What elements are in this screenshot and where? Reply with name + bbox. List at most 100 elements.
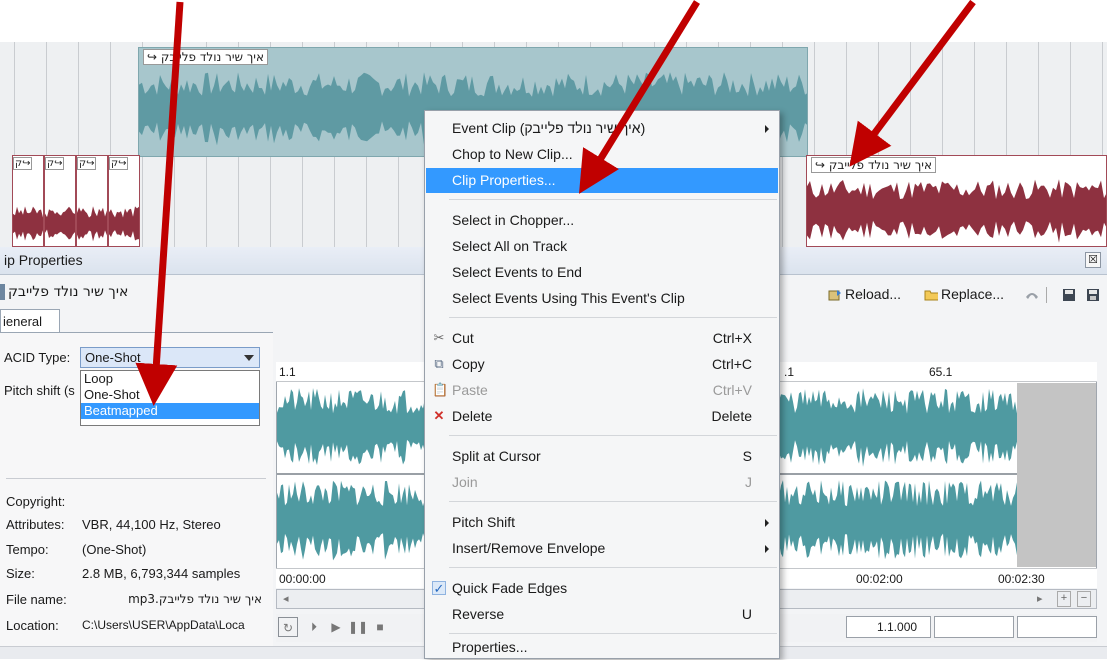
clip-color-swatch [0,284,5,301]
pitch-shift-label: Pitch shift (s [4,383,75,398]
attributes-value: VBR, 44,100 Hz, Stereo [82,517,221,532]
time-label: 00:02:30 [998,572,1045,586]
clip-name: איך שיר נולד פלייבק [8,284,129,300]
menu-item-label: Reverse [452,606,505,622]
menu-shortcut: Ctrl+C [711,356,752,372]
menu-item-label: Split at Cursor [452,448,541,464]
context-menu: Event Clip (איך שיר נולד פלייבק) Chop to… [424,110,780,659]
menu-shortcut: U [741,606,752,622]
filename-label: File name: [6,592,67,607]
phone-icon[interactable] [1024,288,1040,302]
menu-item-label: Delete [452,408,493,424]
menu-item-cut[interactable]: ✂ Cut Ctrl+X [426,326,778,351]
menu-shortcut: J [745,474,752,490]
divider [6,478,266,479]
submenu-arrow-icon [765,545,769,553]
window-title: ip Properties [4,252,83,268]
menu-item-label: Properties... [452,639,528,655]
menu-item-chop-to-new-clip[interactable]: Chop to New Clip... [426,142,778,167]
menu-item-join[interactable]: Join J [426,470,778,495]
menu-separator [449,567,777,568]
ruler-label: 1.1 [279,365,296,379]
menu-item-label: Select Events Using This Event's Clip [452,290,685,306]
menu-item-properties[interactable]: Properties... [426,635,778,660]
play-icon[interactable]: ▶ [326,617,346,637]
menu-shortcut: Ctrl+V [712,382,752,398]
dropdown-option-loop[interactable]: Loop [81,371,259,387]
menu-separator [449,501,777,502]
menu-item-select-in-chopper[interactable]: Select in Chopper... [426,208,778,233]
copyright-label: Copyright: [6,494,66,509]
menu-item-label: Join [452,474,478,490]
stop-icon[interactable]: ■ [370,617,390,637]
scroll-left-icon[interactable]: ◂ [283,592,289,605]
acid-type-select[interactable]: One-Shot [80,347,260,368]
menu-item-copy[interactable]: ⧉ Copy Ctrl+C [426,352,778,377]
menu-item-quick-fade-edges[interactable]: ✓ Quick Fade Edges [426,576,778,601]
zoom-in-button[interactable]: + [1057,591,1071,607]
pause-icon[interactable]: ❚❚ [348,617,368,637]
location-value: C:\Users\USER\AppData\Loca [82,618,245,632]
menu-item-insert-remove-envelope[interactable]: Insert/Remove Envelope [426,536,778,561]
menu-item-label: Cut [452,330,474,346]
loop-icon[interactable]: ↻ [278,617,298,637]
menu-item-label: Select in Chopper... [452,212,575,228]
dropdown-option-beatmapped[interactable]: Beatmapped [81,403,259,419]
event-label: איך שיר נולד פלייבק ↪ [143,49,268,65]
delete-x-icon: ✕ [433,408,445,423]
play-from-start-icon[interactable]: ⏵ [304,617,324,637]
reload-label: Reload... [845,286,902,302]
audio-event-small-4[interactable]: ↪ק [108,155,140,247]
menu-item-label: Pitch Shift [452,514,516,530]
time-label: 00:00:00 [279,572,326,586]
submenu-arrow-icon [765,519,769,527]
audio-event-red[interactable]: איך שיר נולד פלייבק ↪ [806,155,1107,247]
menu-item-clip-properties[interactable]: Clip Properties... [426,168,778,193]
ruler-label: .1 [784,365,795,379]
reload-button[interactable]: Reload... [828,286,901,302]
menu-shortcut: Ctrl+X [712,330,752,346]
menu-shortcut: S [742,448,752,464]
time-label: 00:02:00 [856,572,903,586]
selection-length-field[interactable] [1017,616,1097,638]
menu-item-select-events-using-clip[interactable]: Select Events Using This Event's Clip [426,286,778,311]
acid-type-value: One-Shot [85,350,141,365]
save-icon[interactable] [1062,288,1076,302]
size-value: 2.8 MB, 6,793,344 samples [82,566,241,581]
acid-type-dropdown[interactable]: Loop One-Shot Beatmapped [80,370,260,426]
attributes-label: Attributes: [6,517,65,532]
copy-icon: ⧉ [434,356,444,371]
menu-item-label: Copy [452,356,485,372]
menu-item-event-clip[interactable]: Event Clip (איך שיר נולד פלייבק) [426,116,778,141]
menu-separator [449,435,777,436]
audio-event-small-3[interactable]: ↪ק [76,155,108,247]
menu-item-select-all-on-track[interactable]: Select All on Track [426,234,778,259]
menu-item-split-at-cursor[interactable]: Split at Cursor S [426,444,778,469]
menu-item-label: Select Events to End [452,264,582,280]
checkmark-icon: ✓ [432,581,446,596]
chevron-down-icon [244,355,254,361]
cursor-position-field[interactable]: 1.1.000 [846,616,931,638]
zoom-out-button[interactable]: − [1077,591,1091,607]
audio-event-small-2[interactable]: ↪ק [44,155,76,247]
menu-item-label: Event Clip (איך שיר נולד פלייבק) [452,120,646,136]
tab-general[interactable]: ieneral [0,309,60,333]
acid-type-label: ACID Type: [4,350,71,365]
menu-item-paste[interactable]: 📋 Paste Ctrl+V [426,378,778,403]
audio-event-small-1[interactable]: ↪ק [12,155,44,247]
location-label: Location: [6,618,59,633]
close-icon[interactable]: ☒ [1085,252,1101,268]
selection-start-field[interactable] [934,616,1014,638]
save-all-icon[interactable] [1086,288,1100,302]
replace-button[interactable]: Replace... [924,286,1004,302]
dropdown-option-one-shot[interactable]: One-Shot [81,387,259,403]
replace-label: Replace... [941,286,1005,302]
menu-item-reverse[interactable]: Reverse U [426,602,778,627]
menu-item-label: Insert/Remove Envelope [452,540,606,556]
event-label: איך שיר נולד פלייבק ↪ [811,157,936,173]
scroll-right-icon[interactable]: ▸ [1037,592,1043,605]
menu-item-select-events-to-end[interactable]: Select Events to End [426,260,778,285]
menu-separator [449,199,777,200]
menu-item-delete[interactable]: ✕ Delete Delete [426,404,778,429]
menu-item-pitch-shift[interactable]: Pitch Shift [426,510,778,535]
